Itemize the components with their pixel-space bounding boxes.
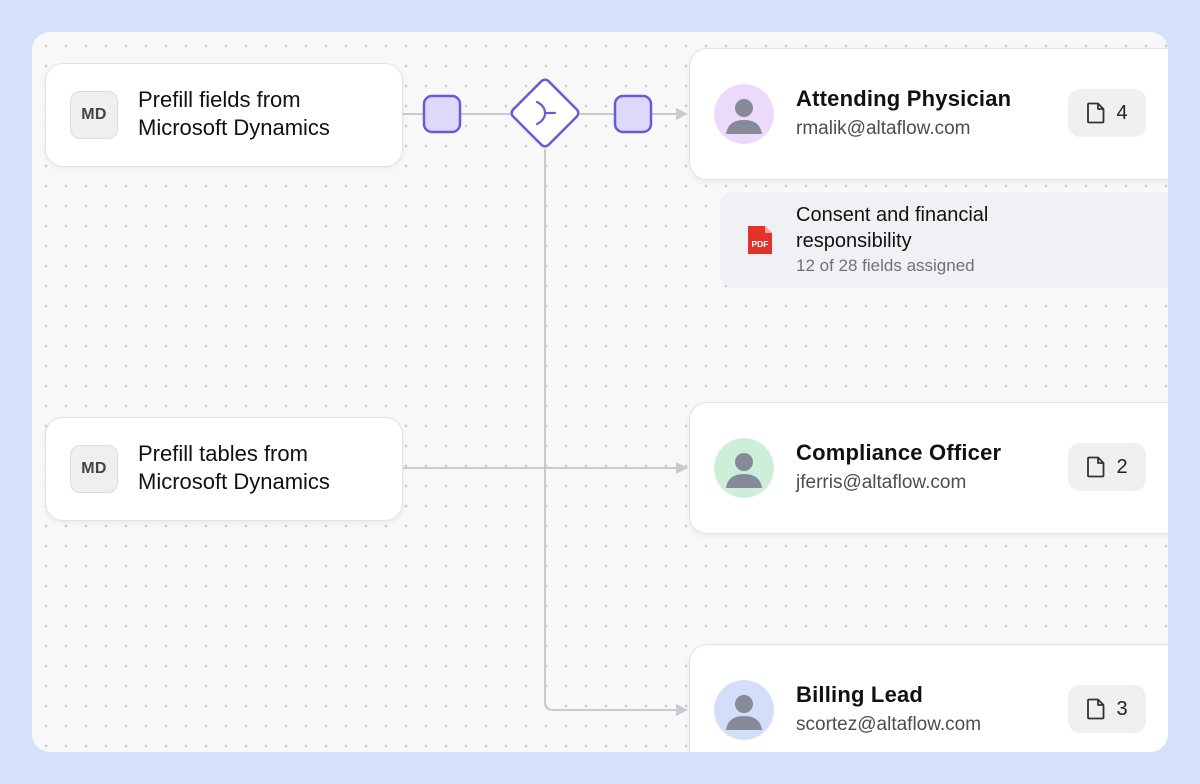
document-card[interactable]: PDF Consent and financial responsibility… xyxy=(720,192,1168,288)
recipient-name: Billing Lead xyxy=(796,682,924,707)
source-title: Prefill tables from Microsoft Dynamics xyxy=(138,440,388,496)
arrow-head-icon xyxy=(676,462,688,474)
document-title: Consent and financial responsibility xyxy=(796,202,1116,254)
document-icon xyxy=(1087,102,1105,124)
document-count-badge[interactable]: 3 xyxy=(1068,685,1146,733)
user-avatar-icon xyxy=(714,84,774,144)
recipient-email: jferris@altaflow.com xyxy=(796,472,967,493)
source-card-fields[interactable]: MD Prefill fields from Microsoft Dynamic… xyxy=(45,63,403,167)
document-count-badge[interactable]: 4 xyxy=(1068,89,1146,137)
svg-text:PDF: PDF xyxy=(752,239,769,249)
recipient-card-billing-lead[interactable]: Billing Lead scortez@altaflow.com 3 xyxy=(689,644,1168,752)
arrow-head-icon xyxy=(676,108,688,120)
split-diamond-icon[interactable] xyxy=(510,78,581,149)
recipient-card-compliance-officer[interactable]: Compliance Officer jferris@altaflow.com … xyxy=(689,402,1168,534)
source-title-line: Microsoft Dynamics xyxy=(138,469,330,494)
document-count-badge[interactable]: 2 xyxy=(1068,443,1146,491)
document-icon xyxy=(1087,698,1105,720)
user-avatar-icon xyxy=(714,680,774,740)
document-title-line: responsibility xyxy=(796,230,912,252)
recipient-email: rmalik@altaflow.com xyxy=(796,118,971,139)
step-node[interactable] xyxy=(613,94,653,134)
document-title-line: Consent and financial xyxy=(796,204,989,226)
source-title-line: Prefill fields from xyxy=(138,87,301,112)
source-title-line: Prefill tables from xyxy=(138,441,308,466)
recipient-name: Attending Physician xyxy=(796,86,1012,111)
recipient-email: scortez@altaflow.com xyxy=(796,714,982,735)
document-count: 3 xyxy=(1116,697,1128,720)
fields-assigned-status: 12 of 28 fields assigned xyxy=(796,256,975,275)
step-node[interactable] xyxy=(422,94,462,134)
md-badge: MD xyxy=(70,91,118,139)
arrow-head-icon xyxy=(676,704,688,716)
document-count: 4 xyxy=(1116,101,1128,124)
source-title-line: Microsoft Dynamics xyxy=(138,115,330,140)
document-count: 2 xyxy=(1116,455,1128,478)
pdf-icon: PDF xyxy=(748,226,772,254)
md-badge: MD xyxy=(70,445,118,493)
recipient-card-attending-physician[interactable]: Attending Physician rmalik@altaflow.com … xyxy=(689,48,1168,180)
workflow-canvas[interactable]: MD Prefill fields from Microsoft Dynamic… xyxy=(32,32,1168,752)
source-title: Prefill fields from Microsoft Dynamics xyxy=(138,86,388,142)
source-card-tables[interactable]: MD Prefill tables from Microsoft Dynamic… xyxy=(45,417,403,521)
recipient-name: Compliance Officer xyxy=(796,440,1002,465)
user-avatar-icon xyxy=(714,438,774,498)
document-icon xyxy=(1087,456,1105,478)
connector-line xyxy=(544,149,678,711)
